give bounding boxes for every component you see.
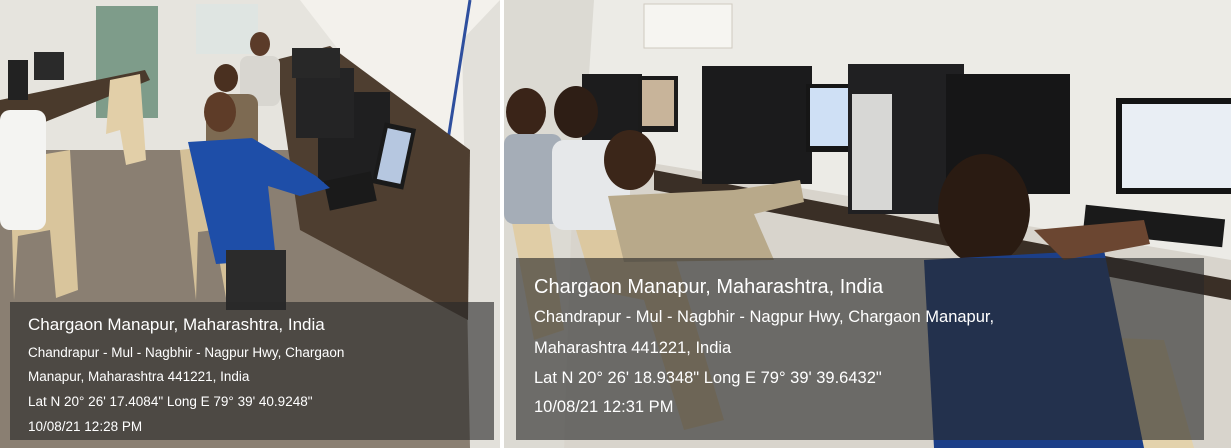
geotag-overlay: Chargaon Manapur, Maharashtra, India Cha…: [10, 302, 494, 440]
geotag-overlay: Chargaon Manapur, Maharashtra, India Cha…: [516, 258, 1204, 440]
monitor-right-screen: [1122, 104, 1231, 188]
monitor-center-screen: [810, 88, 852, 146]
photo-left: Chargaon Manapur, Maharashtra, India Cha…: [0, 0, 500, 448]
left-monitor: [34, 52, 64, 80]
location-title: Chargaon Manapur, Maharashtra, India: [28, 315, 325, 334]
person-mid-head: [214, 64, 238, 92]
cpu-center: [702, 66, 812, 184]
coordinates: Lat N 20° 26' 17.4084" Long E 79° 39' 40…: [28, 394, 313, 409]
coordinates: Lat N 20° 26' 18.9348" Long E 79° 39' 39…: [534, 369, 882, 387]
location-title: Chargaon Manapur, Maharashtra, India: [534, 276, 884, 298]
person-4-head: [938, 154, 1030, 266]
timestamp: 10/08/21 12:31 PM: [534, 398, 674, 416]
person-far-head: [250, 32, 270, 56]
person-2-head: [554, 86, 598, 138]
person-left-edge: [0, 110, 46, 230]
person-3-head: [604, 130, 656, 190]
person-1-head: [506, 88, 546, 136]
address-line-1: Chandrapur - Mul - Nagbhir - Nagpur Hwy,…: [534, 308, 995, 326]
window: [196, 4, 258, 54]
monitor-back-1-screen: [642, 80, 674, 126]
cpu-3: [292, 48, 340, 78]
timestamp: 10/08/21 12:28 PM: [28, 419, 143, 434]
wall-calendar: [643, 3, 733, 49]
address-line-1: Chandrapur - Mul - Nagbhir - Nagpur Hwy,…: [28, 345, 345, 360]
cpu-2: [296, 68, 354, 138]
left-cpu: [8, 60, 28, 100]
person-front-legs: [226, 250, 286, 310]
cpu-silver-face: [852, 94, 892, 210]
photo-right: Chargaon Manapur, Maharashtra, India Cha…: [504, 0, 1231, 448]
person-front-head: [204, 92, 236, 132]
address-line-2: Manapur, Maharashtra 441221, India: [28, 369, 250, 384]
address-line-2: Maharashtra 441221, India: [534, 339, 732, 357]
